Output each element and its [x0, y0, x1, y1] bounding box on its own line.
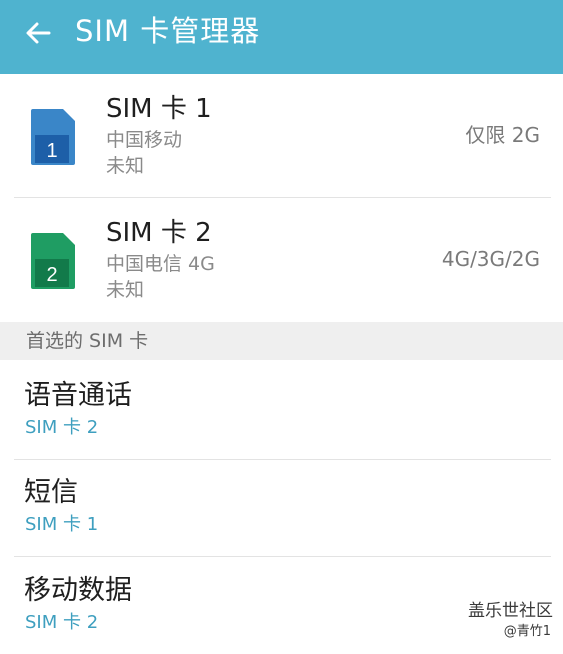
section-header: 首选的 SIM 卡 — [0, 322, 563, 360]
sim-card-icon: 1 — [31, 109, 75, 165]
app-bar: SIM 卡管理器 — [0, 0, 563, 74]
sim-card-name: SIM 卡 1 — [106, 94, 212, 124]
sim-card-name: SIM 卡 2 — [106, 218, 212, 248]
back-button[interactable] — [18, 13, 58, 53]
sim-network-mode: 4G/3G/2G — [441, 247, 540, 271]
sim-carrier: 中国电信 4G — [106, 253, 215, 275]
sim-card-2-row[interactable]: 2 SIM 卡 2 中国电信 4G 未知 4G/3G/2G — [0, 198, 563, 321]
sim-slot-number: 1 — [46, 140, 57, 162]
watermark-handle: @青竹1 — [503, 624, 551, 639]
sim-network-mode: 仅限 2G — [465, 123, 540, 147]
pref-value: SIM 卡 2 — [25, 417, 99, 438]
pref-value: SIM 卡 2 — [25, 612, 99, 633]
section-header-label: 首选的 SIM 卡 — [26, 330, 149, 352]
pref-voice-call[interactable]: 语音通话 SIM 卡 2 — [0, 361, 563, 458]
sim-card-icon: 2 — [31, 233, 75, 289]
sim-slot-number: 2 — [46, 264, 57, 286]
page-title: SIM 卡管理器 — [75, 14, 261, 48]
pref-value: SIM 卡 1 — [25, 514, 99, 535]
sim-status: 未知 — [106, 279, 145, 301]
sim-status: 未知 — [106, 155, 145, 177]
pref-title: 移动数据 — [24, 575, 132, 606]
sim-card-1-row[interactable]: 1 SIM 卡 1 中国移动 未知 仅限 2G — [0, 74, 563, 197]
arrow-left-icon — [26, 22, 51, 44]
pref-title: 短信 — [24, 477, 78, 508]
watermark-text: 盖乐世社区 — [468, 601, 553, 621]
sim-carrier: 中国移动 — [106, 129, 183, 151]
pref-title: 语音通话 — [24, 380, 132, 411]
pref-sms[interactable]: 短信 SIM 卡 1 — [0, 460, 563, 557]
